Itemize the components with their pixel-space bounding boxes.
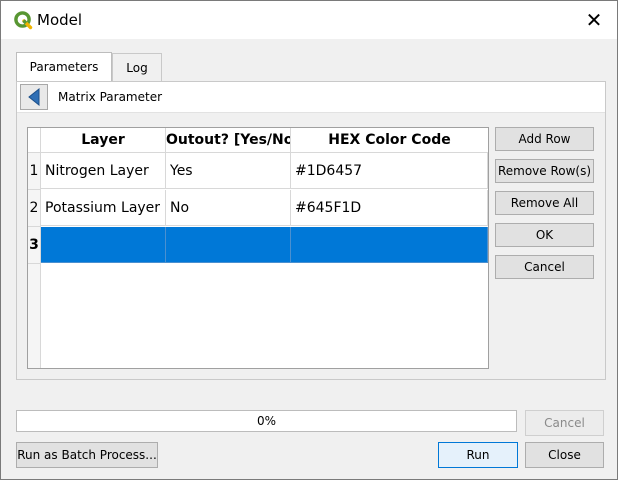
close-button[interactable]: Close bbox=[525, 442, 604, 468]
back-button[interactable] bbox=[20, 84, 48, 110]
cell-hex-color-selected[interactable] bbox=[291, 227, 488, 263]
back-arrow-icon bbox=[28, 88, 40, 106]
column-header-hex-color[interactable]: HEX Color Code bbox=[291, 128, 488, 153]
ok-button[interactable]: OK bbox=[495, 223, 594, 247]
cell-output-selected[interactable] bbox=[166, 227, 291, 263]
cell-layer[interactable]: Nitrogen Layer bbox=[41, 153, 166, 189]
run-as-batch-button[interactable]: Run as Batch Process... bbox=[16, 442, 158, 468]
cell-hex-color[interactable]: #645F1D bbox=[291, 190, 488, 226]
cell-hex-color[interactable]: #1D6457 bbox=[291, 153, 488, 189]
table-corner bbox=[28, 128, 41, 153]
cell-layer-selected[interactable] bbox=[41, 227, 166, 263]
remove-rows-button[interactable]: Remove Row(s) bbox=[495, 159, 594, 183]
cancel-matrix-button[interactable]: Cancel bbox=[495, 255, 594, 279]
cancel-run-button[interactable]: Cancel bbox=[525, 410, 604, 436]
breadcrumb: Matrix Parameter bbox=[17, 82, 605, 113]
title-bar: Model ✕ bbox=[1, 1, 617, 39]
tab-parameters[interactable]: Parameters bbox=[16, 52, 112, 83]
cell-output[interactable]: No bbox=[166, 190, 291, 226]
tab-log[interactable]: Log bbox=[112, 53, 162, 82]
column-header-output[interactable]: Outout? [Yes/No bbox=[166, 128, 291, 153]
row-header-3[interactable]: 3 bbox=[28, 227, 41, 264]
cell-layer[interactable]: Potassium Layer bbox=[41, 190, 166, 226]
model-dialog: Model ✕ Parameters Log Matrix Parameter … bbox=[0, 0, 618, 480]
column-header-layer[interactable]: Layer bbox=[41, 128, 166, 153]
row-header-2[interactable]: 2 bbox=[28, 190, 41, 227]
remove-all-button[interactable]: Remove All bbox=[495, 191, 594, 215]
breadcrumb-label: Matrix Parameter bbox=[58, 90, 163, 104]
parameters-panel: Matrix Parameter Layer Outout? [Yes/No H… bbox=[16, 81, 606, 380]
window-title: Model bbox=[37, 11, 83, 29]
progress-bar: 0% bbox=[16, 410, 517, 432]
progress-label: 0% bbox=[256, 414, 277, 428]
close-window-icon[interactable]: ✕ bbox=[581, 8, 607, 32]
qgis-logo-icon bbox=[14, 11, 33, 30]
matrix-table[interactable]: Layer Outout? [Yes/No HEX Color Code 1 N… bbox=[27, 127, 489, 369]
run-button[interactable]: Run bbox=[438, 442, 518, 468]
add-row-button[interactable]: Add Row bbox=[495, 127, 594, 151]
row-header-gutter bbox=[28, 264, 41, 368]
row-header-1[interactable]: 1 bbox=[28, 153, 41, 190]
cell-output[interactable]: Yes bbox=[166, 153, 291, 189]
